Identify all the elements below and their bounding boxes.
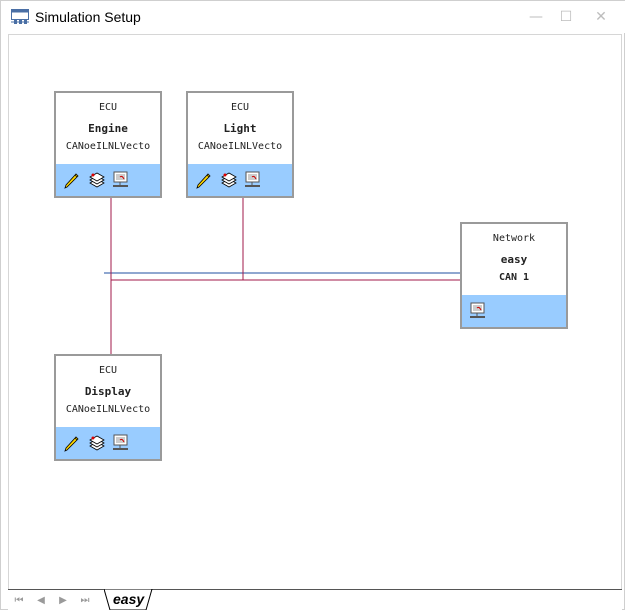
node-kind: Network	[492, 233, 536, 244]
maximize-button[interactable]: ☐	[550, 5, 582, 29]
node-toolbar	[462, 295, 566, 327]
pencil-icon[interactable]	[195, 171, 213, 189]
node-kind: ECU	[98, 102, 118, 113]
pencil-icon[interactable]	[63, 171, 81, 189]
node-name: Engine	[88, 122, 128, 135]
tab-easy[interactable]: easy	[104, 589, 154, 610]
node-database: CANoeILNLVecto	[65, 404, 151, 415]
network-icon[interactable]	[112, 171, 130, 189]
node-database: CANoeILNLVecto	[65, 141, 151, 152]
prev-tab-button[interactable]: ◀	[32, 593, 50, 609]
minimize-button[interactable]: —	[520, 5, 552, 29]
tab-label: easy	[113, 591, 145, 607]
node-header: ECU Light CANoeILNLVecto	[188, 93, 292, 163]
node-name: Display	[84, 385, 132, 398]
node-name: easy	[500, 253, 528, 266]
node-toolbar	[56, 164, 160, 196]
node-header: Network easy CAN 1	[462, 224, 566, 294]
network-icon[interactable]	[469, 302, 487, 320]
close-button[interactable]: ✕	[585, 5, 617, 29]
ecu-node-display[interactable]: ECU Display CANoeILNLVecto	[54, 354, 162, 461]
last-tab-button[interactable]: ⏭	[76, 593, 94, 609]
pencil-icon[interactable]	[63, 434, 81, 452]
simulation-setup-window: Simulation Setup — ☐ ✕ ECU Engine CANoeI…	[0, 0, 625, 610]
node-name: Light	[223, 122, 257, 135]
node-kind: ECU	[230, 102, 250, 113]
stack-icon[interactable]	[88, 171, 106, 189]
sheet-tab-bar: ⏮ ◀ ▶ ⏭ easy	[8, 589, 622, 610]
network-icon[interactable]	[112, 434, 130, 452]
node-toolbar	[56, 427, 160, 459]
stack-icon[interactable]	[220, 171, 238, 189]
node-header: ECU Display CANoeILNLVecto	[56, 356, 160, 426]
node-header: ECU Engine CANoeILNLVecto	[56, 93, 160, 163]
app-icon	[11, 9, 29, 24]
network-icon[interactable]	[244, 171, 262, 189]
window-title: Simulation Setup	[35, 9, 141, 25]
title-bar: Simulation Setup — ☐ ✕	[1, 1, 625, 33]
stack-icon[interactable]	[88, 434, 106, 452]
node-bus: CAN 1	[498, 272, 530, 283]
ecu-node-light[interactable]: ECU Light CANoeILNLVecto	[186, 91, 294, 198]
first-tab-button[interactable]: ⏮	[10, 593, 28, 609]
node-toolbar	[188, 164, 292, 196]
node-kind: ECU	[98, 365, 118, 376]
node-database: CANoeILNLVecto	[197, 141, 283, 152]
network-node-easy[interactable]: Network easy CAN 1	[460, 222, 568, 329]
ecu-node-engine[interactable]: ECU Engine CANoeILNLVecto	[54, 91, 162, 198]
next-tab-button[interactable]: ▶	[54, 593, 72, 609]
